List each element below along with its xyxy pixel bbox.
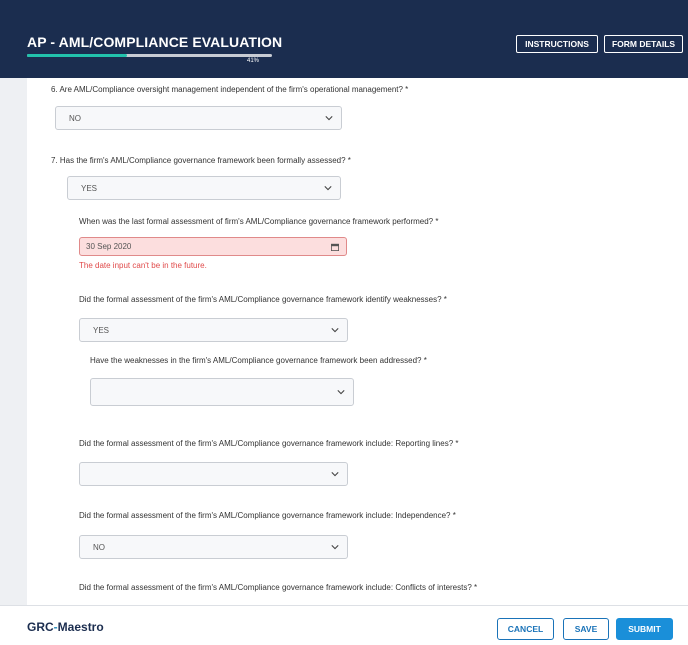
question-7d-select[interactable]: NO: [79, 535, 348, 559]
question-7c-label: Did the formal assessment of the firm's …: [79, 439, 459, 448]
question-7b1-select[interactable]: [90, 378, 354, 406]
chevron-down-icon: [331, 470, 339, 478]
question-6-value: NO: [69, 113, 81, 123]
chevron-down-icon: [331, 326, 339, 334]
form-details-button[interactable]: FORM DETAILS: [604, 35, 683, 53]
question-7e-label: Did the formal assessment of the firm's …: [79, 583, 478, 592]
question-7-value: YES: [81, 183, 98, 193]
question-6-label: 6. Are AML/Compliance oversight manageme…: [51, 85, 409, 94]
assessment-date-input[interactable]: 30 Sep 2020: [79, 237, 347, 256]
question-7d-value: NO: [93, 542, 105, 552]
question-7b1-label: Have the weaknesses in the firm's AML/Co…: [90, 356, 427, 365]
logo-main: GRC: [27, 620, 54, 634]
question-7d-label: Did the formal assessment of the firm's …: [79, 511, 456, 520]
calendar-icon[interactable]: [331, 243, 339, 251]
question-7-label: 7. Has the firm's AML/Compliance governa…: [51, 156, 351, 165]
submit-button[interactable]: SUBMIT: [616, 618, 673, 640]
cancel-button[interactable]: CANCEL: [497, 618, 554, 640]
grc-maestro-logo: GRC-Maestro: [27, 620, 104, 634]
chevron-down-icon: [331, 543, 339, 551]
page-title: AP - AML/COMPLIANCE EVALUATION: [27, 34, 283, 50]
question-7b-label: Did the formal assessment of the firm's …: [79, 295, 447, 304]
save-button[interactable]: SAVE: [563, 618, 609, 640]
question-7b-select[interactable]: YES: [79, 318, 348, 342]
question-7b-value: YES: [93, 325, 110, 335]
question-7c-select[interactable]: [79, 462, 348, 486]
logo-accent: Maestro: [57, 620, 104, 634]
question-6-select[interactable]: NO: [55, 106, 342, 130]
date-error-message: The date input can't be in the future.: [79, 261, 207, 270]
chevron-down-icon: [337, 388, 345, 396]
progress-label: 41%: [247, 58, 260, 64]
progress-bar: [27, 54, 272, 57]
assessment-date-value: 30 Sep 2020: [86, 242, 132, 251]
chevron-down-icon: [325, 114, 333, 122]
instructions-button[interactable]: INSTRUCTIONS: [516, 35, 598, 53]
app-header: AP - AML/COMPLIANCE EVALUATION 41% INSTR…: [0, 0, 688, 78]
question-7a-label: When was the last formal assessment of f…: [79, 217, 439, 226]
form-panel: 6. Are AML/Compliance oversight manageme…: [27, 78, 688, 605]
progress-fill: [27, 54, 128, 57]
app-footer: GRC-Maestro CANCEL SAVE SUBMIT: [0, 605, 688, 645]
question-7-select[interactable]: YES: [67, 176, 341, 200]
chevron-down-icon: [324, 184, 332, 192]
